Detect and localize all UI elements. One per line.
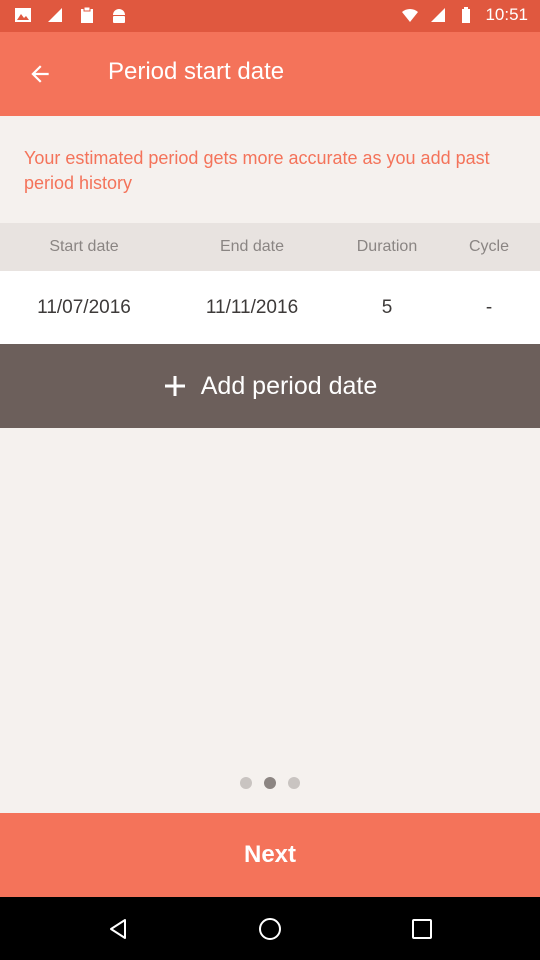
next-button[interactable]: Next xyxy=(0,813,540,897)
header-cycle: Cycle xyxy=(468,238,509,255)
back-button[interactable] xyxy=(18,52,62,96)
battery-icon xyxy=(462,7,471,23)
table-header: Start date End date Duration Cycle xyxy=(0,223,540,271)
page-dot-3 xyxy=(288,777,300,789)
header-duration: Duration xyxy=(356,238,418,255)
page-dot-1 xyxy=(240,777,252,789)
status-time: 10:51 xyxy=(485,5,528,24)
app-bar: Period start date xyxy=(0,32,540,116)
cell-duration: 5 xyxy=(381,296,393,318)
nav-back-button[interactable] xyxy=(100,911,136,947)
add-period-date-label: Add period date xyxy=(200,371,378,400)
page-dot-2-active xyxy=(264,777,276,789)
cell-signal-icon xyxy=(431,8,446,22)
signal-strength-icon xyxy=(48,8,62,22)
triangle-back-icon xyxy=(110,919,126,939)
table-row[interactable]: 11/07/2016 11/11/2016 5 - xyxy=(0,271,540,344)
system-nav-bar xyxy=(0,897,540,960)
circle-home-icon xyxy=(259,918,281,940)
wifi-icon xyxy=(402,8,419,22)
arrow-back-icon xyxy=(31,65,49,83)
status-bar: 10:51 xyxy=(0,0,540,32)
header-end-date: End date xyxy=(219,238,285,255)
status-notifications xyxy=(14,6,128,24)
status-system: 10:51 xyxy=(401,5,528,25)
add-period-date-button[interactable]: Add period date xyxy=(0,344,540,428)
cell-end-date: 11/11/2016 xyxy=(205,296,299,318)
plus-icon xyxy=(163,374,187,398)
nav-recents-button[interactable] xyxy=(404,911,440,947)
page-indicator xyxy=(0,777,540,789)
clipboard-icon xyxy=(81,6,93,23)
image-icon xyxy=(15,8,31,22)
square-recents-icon xyxy=(412,919,432,939)
page-title: Period start date xyxy=(108,58,285,85)
nav-home-button[interactable] xyxy=(252,911,288,947)
info-message: Your estimated period gets more accurate… xyxy=(24,148,490,193)
header-start-date: Start date xyxy=(49,238,119,255)
android-icon xyxy=(113,9,125,23)
cell-cycle: - xyxy=(485,296,493,318)
cell-start-date: 11/07/2016 xyxy=(37,296,131,318)
